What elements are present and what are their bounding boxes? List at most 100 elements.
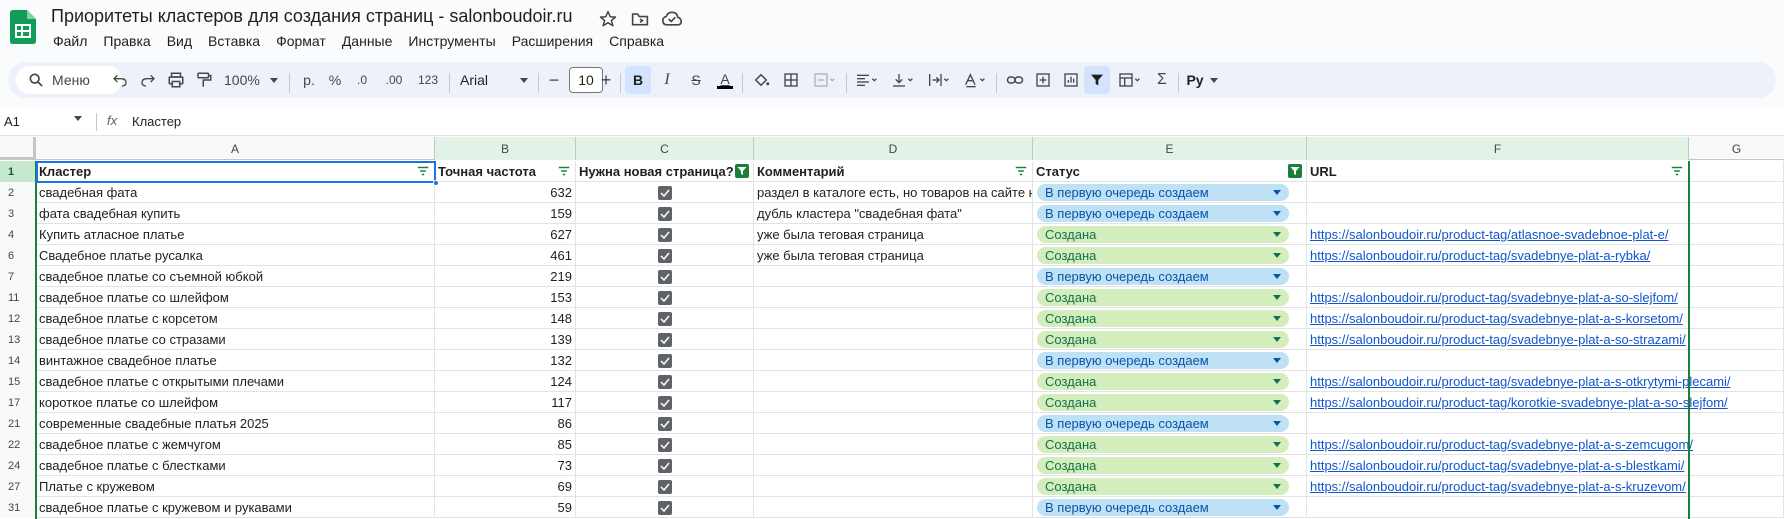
menu-view[interactable]: Вид [159, 31, 200, 51]
row-number[interactable]: 21 [0, 413, 36, 434]
frequency-cell[interactable]: 86 [435, 413, 576, 434]
frequency-cell[interactable]: 139 [435, 329, 576, 350]
filter-button-icon[interactable] [557, 164, 571, 178]
frequency-cell[interactable]: 148 [435, 308, 576, 329]
input-tools-button[interactable]: Pу [1182, 66, 1222, 94]
column-header-a[interactable]: A [36, 137, 435, 160]
empty-cell[interactable] [1689, 476, 1784, 497]
cluster-cell[interactable]: свадебное платье с блестками [36, 455, 435, 476]
cluster-cell[interactable]: свадебное платье со шлейфом [36, 287, 435, 308]
url-link[interactable]: https://salonboudoir.ru/product-tag/svad… [1310, 479, 1686, 494]
status-dropdown-chip[interactable]: Создана [1037, 226, 1289, 243]
empty-cell[interactable] [1689, 182, 1784, 203]
name-box[interactable]: A1 [4, 114, 20, 129]
menu-tools[interactable]: Инструменты [400, 31, 503, 51]
comment-cell[interactable] [754, 350, 1033, 371]
checkbox-checked[interactable] [657, 248, 672, 263]
empty-cell[interactable] [1689, 266, 1784, 287]
comment-cell[interactable]: дубль кластера "свадебная фата" [754, 203, 1033, 224]
status-dropdown-chip[interactable]: Создана [1037, 436, 1289, 453]
row-number[interactable]: 4 [0, 224, 36, 245]
row-number[interactable]: 24 [0, 455, 36, 476]
chevron-down-icon[interactable] [74, 116, 82, 121]
status-dropdown-chip[interactable]: В первую очередь создаем [1037, 268, 1289, 285]
sheets-logo-icon[interactable] [10, 10, 36, 44]
zoom-select[interactable]: 100% [220, 66, 282, 94]
paint-format-icon[interactable] [192, 66, 216, 94]
header-cell-cluster[interactable]: Кластер [36, 161, 435, 182]
frequency-cell[interactable]: 59 [435, 497, 576, 518]
row-number[interactable]: 6 [0, 245, 36, 266]
empty-cell[interactable] [1689, 161, 1784, 182]
insert-chart-icon[interactable] [1058, 66, 1084, 94]
status-dropdown-chip[interactable]: В первую очередь создаем [1037, 205, 1289, 222]
empty-cell[interactable] [1689, 203, 1784, 224]
checkbox-checked[interactable] [657, 416, 672, 431]
column-header-d[interactable]: D [754, 137, 1033, 160]
comment-cell[interactable] [754, 497, 1033, 518]
menu-help[interactable]: Справка [601, 31, 672, 51]
currency-button[interactable]: р. [298, 66, 320, 94]
checkbox-checked[interactable] [657, 437, 672, 452]
url-link[interactable]: https://salonboudoir.ru/product-tag/atla… [1310, 227, 1668, 242]
header-cell-url[interactable]: URL [1307, 161, 1689, 182]
menu-extensions[interactable]: Расширения [504, 31, 601, 51]
frequency-cell[interactable]: 73 [435, 455, 576, 476]
empty-cell[interactable] [1689, 392, 1784, 413]
filter-button-icon[interactable] [1670, 164, 1684, 178]
cluster-cell[interactable]: короткое платье со шлейфом [36, 392, 435, 413]
cluster-cell[interactable]: свадебное платье с открытыми плечами [36, 371, 435, 392]
status-dropdown-chip[interactable]: Создана [1037, 478, 1289, 495]
text-color-button[interactable]: A [712, 66, 738, 94]
column-header-c[interactable]: C [576, 137, 754, 160]
empty-cell[interactable] [1689, 413, 1784, 434]
checkbox-checked[interactable] [657, 458, 672, 473]
row-number[interactable]: 17 [0, 392, 36, 413]
frequency-cell[interactable]: 627 [435, 224, 576, 245]
move-icon[interactable] [630, 9, 650, 29]
header-cell-status[interactable]: Статус [1033, 161, 1307, 182]
select-all-corner[interactable] [0, 137, 36, 160]
checkbox-checked[interactable] [657, 185, 672, 200]
status-dropdown-chip[interactable]: Создана [1037, 394, 1289, 411]
comment-cell[interactable] [754, 266, 1033, 287]
url-link[interactable]: https://salonboudoir.ru/product-tag/svad… [1310, 332, 1686, 347]
cluster-cell[interactable]: фата свадебная купить [36, 203, 435, 224]
status-dropdown-chip[interactable]: В первую очередь создаем [1037, 352, 1289, 369]
undo-icon[interactable] [108, 66, 132, 94]
merge-cells-icon[interactable] [808, 66, 842, 94]
cluster-cell[interactable]: Купить атласное платье [36, 224, 435, 245]
cluster-cell[interactable]: свадебное платье с жемчугом [36, 434, 435, 455]
insert-link-icon[interactable] [1002, 66, 1028, 94]
checkbox-checked[interactable] [657, 311, 672, 326]
empty-cell[interactable] [1689, 371, 1784, 392]
decrease-decimal-button[interactable]: .0 [350, 66, 374, 94]
status-dropdown-chip[interactable]: Создана [1037, 247, 1289, 264]
frequency-cell[interactable]: 85 [435, 434, 576, 455]
borders-icon[interactable] [778, 66, 804, 94]
comment-cell[interactable] [754, 329, 1033, 350]
menu-format[interactable]: Формат [268, 31, 334, 51]
insert-comment-icon[interactable] [1030, 66, 1056, 94]
filter-active-icon[interactable] [735, 164, 749, 178]
percent-button[interactable]: % [324, 66, 346, 94]
comment-cell[interactable] [754, 476, 1033, 497]
comment-cell[interactable] [754, 392, 1033, 413]
fill-color-icon[interactable] [748, 66, 774, 94]
filter-views-icon[interactable] [1112, 66, 1148, 94]
row-number[interactable]: 27 [0, 476, 36, 497]
status-dropdown-chip[interactable]: Создана [1037, 310, 1289, 327]
cluster-cell[interactable]: современные свадебные платья 2025 [36, 413, 435, 434]
status-dropdown-chip[interactable]: Создана [1037, 289, 1289, 306]
cluster-cell[interactable]: свадебное платье с корсетом [36, 308, 435, 329]
frequency-cell[interactable]: 632 [435, 182, 576, 203]
text-rotation-icon[interactable] [958, 66, 992, 94]
comment-cell[interactable] [754, 413, 1033, 434]
cluster-cell[interactable]: свадебное платье с кружевом и рукавами [36, 497, 435, 518]
url-link[interactable]: https://salonboudoir.ru/product-tag/svad… [1310, 290, 1678, 305]
cluster-cell[interactable]: Платье с кружевом [36, 476, 435, 497]
comment-cell[interactable]: раздел в каталоге есть, но товаров на са… [754, 182, 1033, 203]
row-number[interactable]: 1 [0, 161, 36, 182]
header-cell-frequency[interactable]: Точная частота [435, 161, 576, 182]
row-number[interactable]: 14 [0, 350, 36, 371]
